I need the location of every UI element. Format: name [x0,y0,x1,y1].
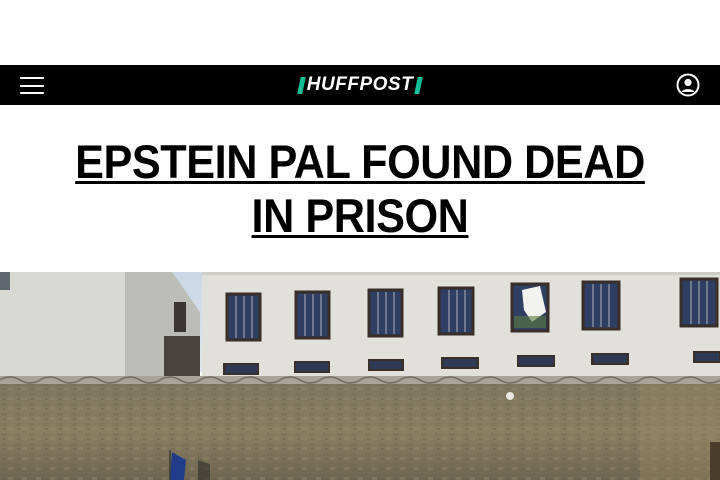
huffpost-logo[interactable]: HUFFPOST [296,65,423,105]
user-account-icon [676,73,700,97]
menu-button[interactable] [20,77,44,94]
hamburger-menu-icon [20,77,44,79]
logo-accent-bar-right [414,76,423,94]
site-header: HUFFPOST [0,65,720,105]
logo-accent-bar-left [296,76,306,94]
hero-image[interactable] [0,272,720,480]
account-button[interactable] [676,73,700,97]
article-headline[interactable]: EPSTEIN PAL FOUND DEAD IN PRISON [66,135,655,243]
logo-text: HUFFPOST [306,74,414,95]
top-blank-area [0,0,720,65]
prison-building-photo [0,272,720,480]
headline-area: EPSTEIN PAL FOUND DEAD IN PRISON [0,105,720,272]
